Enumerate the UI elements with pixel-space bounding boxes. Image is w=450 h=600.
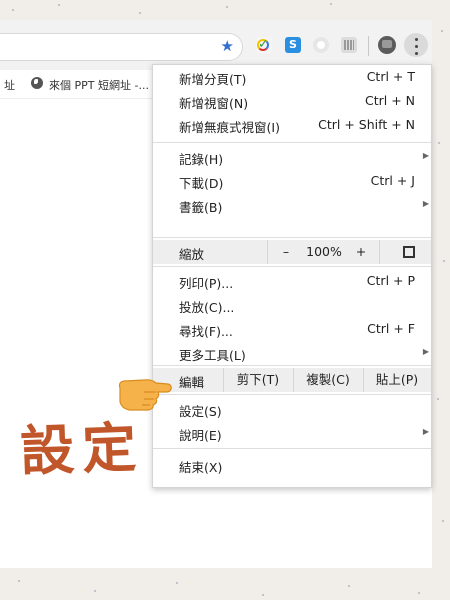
paste-button[interactable]: 貼上(P): [365, 368, 429, 392]
menu-separator: [153, 448, 431, 449]
address-bar[interactable]: ★: [0, 33, 243, 61]
shortcut-label: Ctrl + P: [366, 273, 415, 288]
menu-item-help[interactable]: 說明(E) ▶: [153, 421, 431, 445]
browser-toolbar: ★ ✓ S: [0, 20, 432, 70]
handwritten-annotation: 設定: [19, 414, 146, 484]
zoom-divider: [267, 240, 268, 264]
menu-item-label: 說明(E): [179, 428, 222, 443]
zoom-out-button[interactable]: –: [273, 240, 299, 264]
menu-item-new-tab[interactable]: 新增分頁(T) Ctrl + T: [153, 65, 431, 89]
submenu-arrow-icon: ▶: [422, 151, 429, 160]
menu-item-history[interactable]: 記錄(H) ▶: [153, 145, 431, 169]
menu-separator: [153, 365, 431, 366]
shortcut-label: Ctrl + Shift + N: [318, 117, 415, 132]
extension-circle-icon[interactable]: [313, 37, 329, 53]
submenu-arrow-icon: ▶: [422, 199, 429, 208]
more-menu-icon[interactable]: [404, 33, 428, 57]
edit-divider: [293, 368, 294, 392]
menu-item-label: 記錄(H): [179, 152, 224, 167]
shortcut-label: Ctrl + N: [364, 93, 415, 108]
extension-color-icon[interactable]: ✓: [256, 37, 272, 53]
zoom-label: 縮放: [179, 247, 205, 262]
menu-item-label: 新增視窗(N): [179, 96, 249, 111]
menu-item-more-tools[interactable]: 更多工具(L) ▶: [153, 341, 431, 365]
menu-item-label: 新增無痕式視窗(I): [179, 120, 280, 135]
menu-item-new-window[interactable]: 新增視窗(N) Ctrl + N: [153, 89, 431, 113]
fullscreen-icon[interactable]: [403, 246, 415, 258]
menu-item-label: 結束(X): [179, 460, 223, 475]
menu-item-exit[interactable]: 結束(X): [153, 453, 431, 477]
menu-separator: [153, 142, 431, 143]
menu-item-cast[interactable]: 投放(C)...: [153, 293, 431, 317]
menu-item-label: 更多工具(L): [179, 348, 246, 363]
submenu-arrow-icon: ▶: [422, 347, 429, 356]
toolbar-divider: [368, 36, 369, 56]
qr-code-icon[interactable]: [341, 37, 357, 53]
bookmark-ppt-shorturl[interactable]: 來個 PPT 短網址 -...: [49, 77, 149, 93]
menu-item-label: 新增分頁(T): [179, 72, 247, 87]
edit-row: 編輯 剪下(T) 複製(C) 貼上(P): [153, 368, 431, 392]
menu-item-settings[interactable]: 設定(S): [153, 397, 431, 421]
shortcut-label: Ctrl + T: [366, 69, 415, 84]
shortcut-label: Ctrl + J: [370, 173, 415, 188]
menu-item-find[interactable]: 尋找(F)... Ctrl + F: [153, 317, 431, 341]
chrome-main-menu: 新增分頁(T) Ctrl + T 新增視窗(N) Ctrl + N 新增無痕式視…: [152, 64, 432, 488]
cut-button[interactable]: 剪下(T): [225, 368, 291, 392]
menu-separator: [153, 237, 431, 238]
skype-icon[interactable]: S: [285, 37, 301, 53]
bookmark-partial[interactable]: 址: [4, 77, 15, 93]
menu-item-label: 設定(S): [179, 404, 222, 419]
menu-separator: [153, 394, 431, 395]
menu-item-downloads[interactable]: 下載(D) Ctrl + J: [153, 169, 431, 193]
zoom-level: 100%: [306, 244, 342, 259]
zoom-divider: [379, 240, 380, 264]
menu-item-bookmarks[interactable]: 書籤(B) ▶: [153, 193, 431, 217]
submenu-arrow-icon: ▶: [422, 427, 429, 436]
edit-divider: [363, 368, 364, 392]
zoom-in-button[interactable]: +: [349, 240, 373, 264]
menu-item-label: 尋找(F)...: [179, 324, 233, 339]
star-icon[interactable]: ★: [221, 37, 234, 55]
profile-avatar[interactable]: [378, 36, 396, 54]
copy-button[interactable]: 複製(C): [295, 368, 361, 392]
menu-item-label: 投放(C)...: [179, 300, 235, 315]
menu-item-label: 下載(D): [179, 176, 224, 191]
edit-divider: [223, 368, 224, 392]
shortcut-label: Ctrl + F: [367, 321, 415, 336]
globe-icon: [31, 77, 43, 89]
zoom-row: 縮放 – 100% +: [153, 240, 431, 264]
menu-separator: [153, 266, 431, 267]
menu-item-label: 列印(P)...: [179, 276, 234, 291]
edit-label: 編輯: [179, 375, 205, 390]
menu-item-print[interactable]: 列印(P)... Ctrl + P: [153, 269, 431, 293]
menu-item-label: 書籤(B): [179, 200, 223, 215]
menu-item-new-incognito-window[interactable]: 新增無痕式視窗(I) Ctrl + Shift + N: [153, 113, 431, 137]
browser-screenshot: ★ ✓ S 址 來個 PPT 短網址 -... 新增分頁(T) Ctrl + T…: [0, 20, 432, 568]
